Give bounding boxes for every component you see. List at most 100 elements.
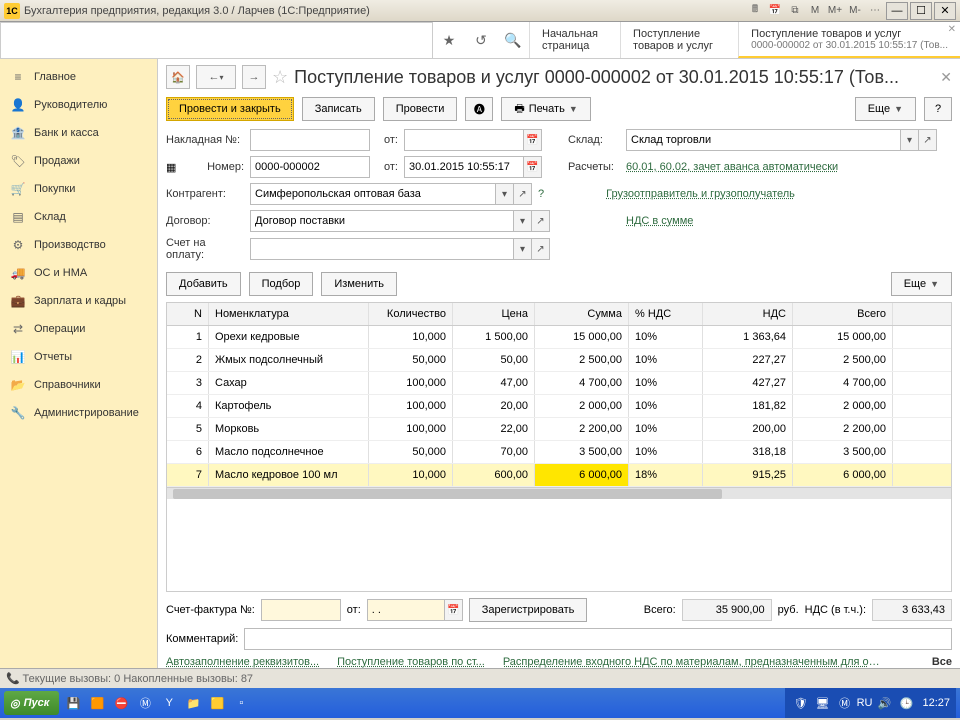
post-button[interactable]: Провести [383,97,458,121]
tab-start[interactable]: Начальная страница [529,22,620,58]
table-row[interactable]: 6Масло подсолнечное50,00070,003 500,0010… [167,441,951,464]
pick-button[interactable]: Подбор [249,272,314,296]
counterparty-input[interactable] [250,183,496,205]
col-vat-amount[interactable]: НДС [703,303,793,325]
help-icon[interactable]: ? [538,188,544,200]
tray-icon[interactable]: 🟨 [207,693,227,713]
favorite-icon[interactable]: ★ [433,22,465,58]
dropdown-icon[interactable]: ▾ [496,183,514,205]
calendar-icon[interactable]: 📅 [524,156,542,178]
forward-button[interactable]: → [242,65,266,89]
payments-link[interactable]: 60.01, 60.02, зачет аванса автоматически [626,161,838,173]
horizontal-scrollbar[interactable] [167,487,951,499]
tab-close-icon[interactable]: ✕ [948,24,956,35]
toolbar-icon[interactable]: M [806,3,824,19]
home-button[interactable]: 🏠 [166,65,190,89]
col-sum[interactable]: Сумма [535,303,629,325]
table-row[interactable]: 7Масло кедровое 100 мл10,000600,006 000,… [167,464,951,487]
receipt-link[interactable]: Поступление товаров по ст... [337,656,485,668]
toolbar-icon[interactable]: ⧉ [786,3,804,19]
dropdown-icon[interactable]: ▾ [514,210,532,232]
invoice-number-input[interactable] [250,129,370,151]
shipper-link[interactable]: Грузоотправитель и грузополучатель [606,188,795,200]
sidebar-item-main[interactable]: ≡Главное [0,63,157,91]
tray-icon[interactable]: 💾 [63,693,83,713]
register-button[interactable]: Зарегистрировать [469,598,588,622]
add-row-button[interactable]: Добавить [166,272,241,296]
calendar-icon[interactable]: 📅 [524,129,542,151]
open-icon[interactable]: ↗ [532,210,550,232]
lang-indicator[interactable]: RU [857,697,873,709]
star-icon[interactable]: ☆ [272,67,288,88]
tab-receipt-doc[interactable]: Поступление товаров и услуг 0000-000002 … [738,22,960,58]
toolbar-icon[interactable]: 🖩 [746,3,764,19]
datetime-input[interactable] [404,156,524,178]
start-button[interactable]: ◎ Пуск [4,691,59,715]
close-doc-button[interactable]: ✕ [940,69,952,86]
back-button[interactable]: ← ▾ [196,65,236,89]
post-and-close-button[interactable]: Провести и закрыть [166,97,294,121]
table-row[interactable]: 4Картофель100,00020,002 000,0010%181,822… [167,395,951,418]
tray-icon[interactable]: 🕒 [896,693,916,713]
sf-date-input[interactable] [367,599,445,621]
tray-icon[interactable]: 🖥 [813,693,833,713]
toolbar-icon[interactable]: M- [846,3,864,19]
sidebar-item-manager[interactable]: 👤Руководителю [0,91,157,119]
table-row[interactable]: 5Морковь100,00022,002 200,0010%200,002 2… [167,418,951,441]
sidebar-item-salary[interactable]: 💼Зарплата и кадры [0,287,157,315]
tray-icon[interactable]: 🛡 [791,693,811,713]
tray-icon[interactable]: Ⓜ [835,693,855,713]
sidebar-item-purchases[interactable]: 🛒Покупки [0,175,157,203]
tray-icon[interactable]: 🔊 [874,693,894,713]
toolbar-icon[interactable]: 📅 [766,3,784,19]
tray-icon[interactable]: 🟧 [87,693,107,713]
close-button[interactable]: ✕ [934,2,956,20]
col-price[interactable]: Цена [453,303,535,325]
contract-input[interactable] [250,210,514,232]
open-icon[interactable]: ↗ [919,129,937,151]
sidebar-item-production[interactable]: ⚙Производство [0,231,157,259]
sidebar-item-sales[interactable]: 🏷Продажи [0,147,157,175]
sidebar-item-assets[interactable]: 🚚ОС и НМА [0,259,157,287]
more-button[interactable]: Еще ▼ [855,97,916,121]
sidebar-item-admin[interactable]: 🔧Администрирование [0,399,157,427]
sidebar-item-bank[interactable]: 🏦Банк и касса [0,119,157,147]
write-button[interactable]: Записать [302,97,375,121]
dropdown-icon[interactable]: ▾ [514,238,532,260]
table-row[interactable]: 3Сахар100,00047,004 700,0010%427,274 700… [167,372,951,395]
vat-distribution-link[interactable]: Распределение входного НДС по материалам… [503,656,883,668]
sidebar-item-reports[interactable]: 📊Отчеты [0,343,157,371]
toolbar-icon[interactable]: M+ [826,3,844,19]
tray-icon[interactable]: 📁 [183,693,203,713]
minimize-button[interactable]: — [886,2,908,20]
open-icon[interactable]: ↗ [514,183,532,205]
open-icon[interactable]: ↗ [532,238,550,260]
col-n[interactable]: N [167,303,209,325]
movements-button[interactable]: 🅐 [465,97,493,121]
search-icon[interactable]: 🔍 [497,22,529,58]
calendar-icon[interactable]: 📅 [445,599,463,621]
tab-receipts-list[interactable]: Поступление товаров и услуг [620,22,738,58]
tray-icon[interactable]: ▫ [231,693,251,713]
sidebar-item-warehouse[interactable]: ▤Склад [0,203,157,231]
all-link[interactable]: Все [932,656,952,668]
history-icon[interactable]: ↺ [465,22,497,58]
sidebar-item-catalogs[interactable]: 📂Справочники [0,371,157,399]
col-total[interactable]: Всего [793,303,893,325]
invoice-date-input[interactable] [404,129,524,151]
help-button[interactable]: ? [924,97,952,121]
sf-number-input[interactable] [261,599,341,621]
change-button[interactable]: Изменить [321,272,397,296]
table-row[interactable]: 1Орехи кедровые10,0001 500,0015 000,0010… [167,326,951,349]
dropdown-icon[interactable]: ▾ [901,129,919,151]
payment-order-input[interactable] [250,238,514,260]
comment-input[interactable] [244,628,952,650]
table-row[interactable]: 2Жмых подсолнечный50,00050,002 500,0010%… [167,349,951,372]
tray-icon[interactable]: Y [159,693,179,713]
col-vat-rate[interactable]: % НДС [629,303,703,325]
table-more-button[interactable]: Еще ▼ [891,272,952,296]
tray-icon[interactable]: Ⓜ [135,693,155,713]
autofill-link[interactable]: Автозаполнение реквизитов... [166,656,319,668]
col-nomenclature[interactable]: Номенклатура [209,303,369,325]
tray-icon[interactable]: ⛔ [111,693,131,713]
